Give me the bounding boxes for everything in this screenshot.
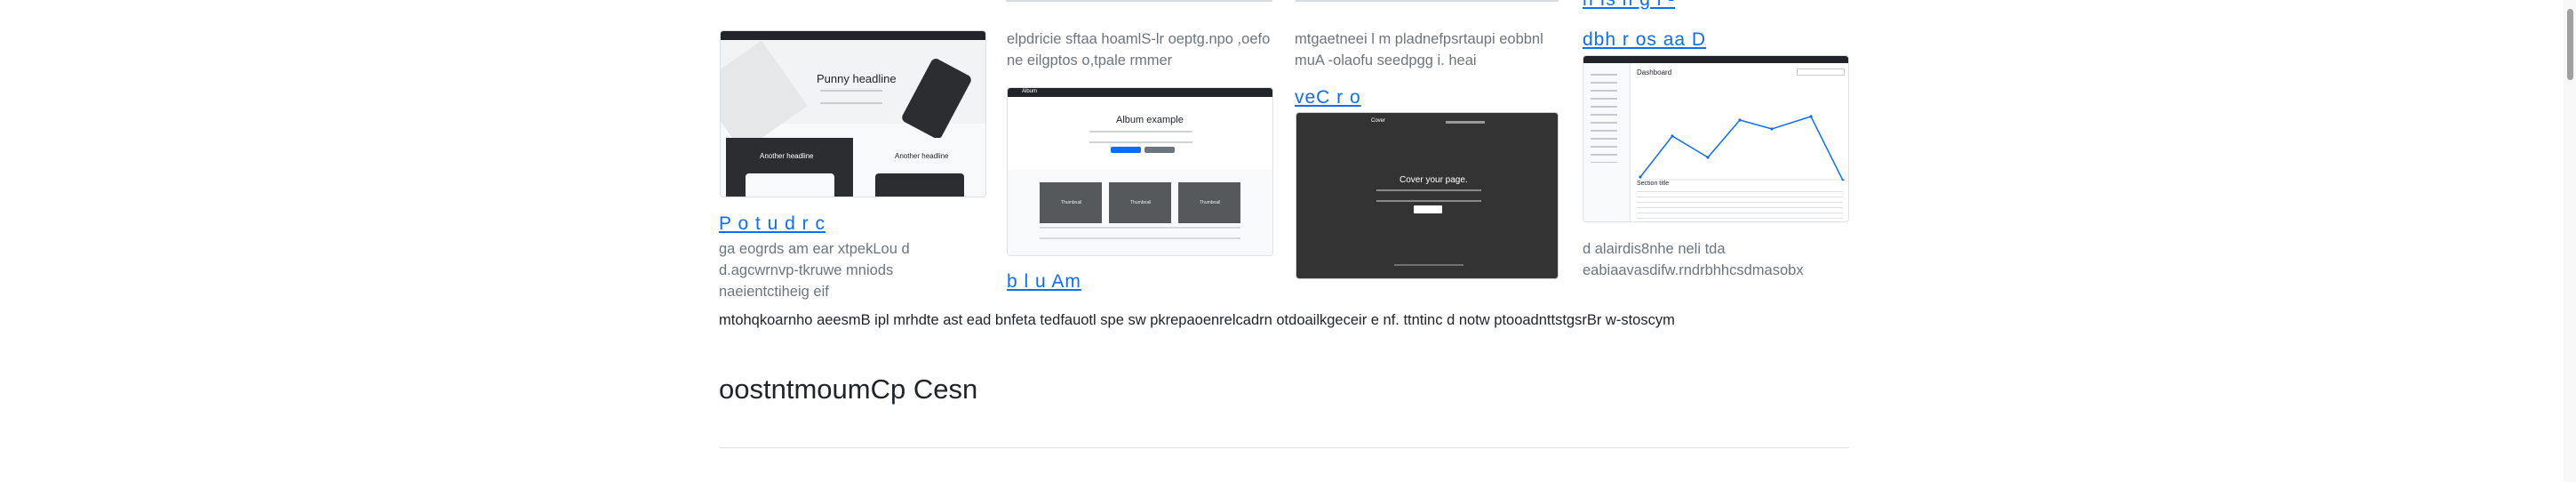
example-thumbnail-cover[interactable]: Cover Cover your page. [1296,112,1559,279]
examples-footnote: mtohqkoarnho aeesmB ipl mrhdte ast ead b… [719,312,1675,328]
example-thumbnail-dashboard[interactable]: Dashboard Section title [1583,55,1849,222]
thumbnail-nav [1446,121,1485,124]
thumbnail-text-lines [1089,131,1192,143]
thumbnail-footer [1394,264,1463,266]
example-description: mtgaetneei l m pladnefpsrtaupi eobbnl mu… [1295,31,1543,68]
thumbnail-primary-button [1111,147,1141,153]
thumbnail-card-label: Thumbnail [1061,200,1082,205]
previous-row-edge [1006,0,1272,2]
thumbnail-text-lines [1376,189,1481,202]
thumbnail-navbar [1583,56,1848,63]
thumbnail-toolbar [1797,68,1845,76]
example-link-partial[interactable]: n Is h g i - [1583,0,1675,11]
thumbnail-card-label: Thumbnail [1200,200,1221,205]
thumbnail-navbar [1008,88,1272,97]
thumbnail-sidebar-links [1591,74,1617,163]
thumbnail-line-chart [1637,115,1845,181]
section-heading: oostntmoumCp Cesn [719,374,978,405]
previous-row-edge [1296,0,1559,2]
thumbnail-card-headline: Another headline [895,152,949,160]
thumbnail-heading: Dashboard [1637,68,1672,76]
thumbnail-button [1414,205,1442,213]
thumbnail-brand: Album [1022,89,1038,94]
thumbnail-heading: Cover your page. [1400,175,1468,185]
example-thumbnail-product[interactable]: Punny headline Another headline Another … [720,30,986,197]
scrollbar-thumb[interactable] [2567,9,2573,80]
example-link-product[interactable]: P o t u d r c [719,213,825,235]
example-description: elpdricie sftaa hoamlS-lr oeptg.npo ,oef… [1007,31,1271,68]
thumbnail-table-title: Section title [1637,181,1670,187]
thumbnail-secondary-button [1144,147,1175,153]
thumbnail-text-lines [820,90,882,104]
thumbnail-card-label: Thumbnail [1130,200,1152,205]
thumbnail-navbar [721,31,985,40]
page-scrollbar[interactable] [2564,0,2576,482]
thumbnail-card-headline: Another headline [760,152,814,160]
section-divider [719,447,1849,448]
example-thumbnail-album[interactable]: Album Album example Thumbnail Thumbnail … [1007,87,1273,256]
example-description: d alairdis8nhe neli tda eabiaavasdifw.rn… [1583,241,1804,278]
thumbnail-card-inner [746,173,834,197]
example-link-cover[interactable]: veC r o [1295,87,1361,108]
example-description: ga eogrds am ear xtpekLou d d.agcwrnvp-t… [719,241,910,300]
thumbnail-card-inner [875,173,964,197]
thumbnail-heading: Album example [1116,115,1184,125]
thumbnail-card-text [1040,227,1240,239]
example-link-album[interactable]: b l u Am [1007,271,1081,293]
thumbnail-headline: Punny headline [817,72,897,85]
example-link-dashboard[interactable]: dbh r os aa D [1583,29,1706,51]
thumbnail-brand: Cover [1371,118,1386,124]
thumbnail-table [1637,191,1843,220]
